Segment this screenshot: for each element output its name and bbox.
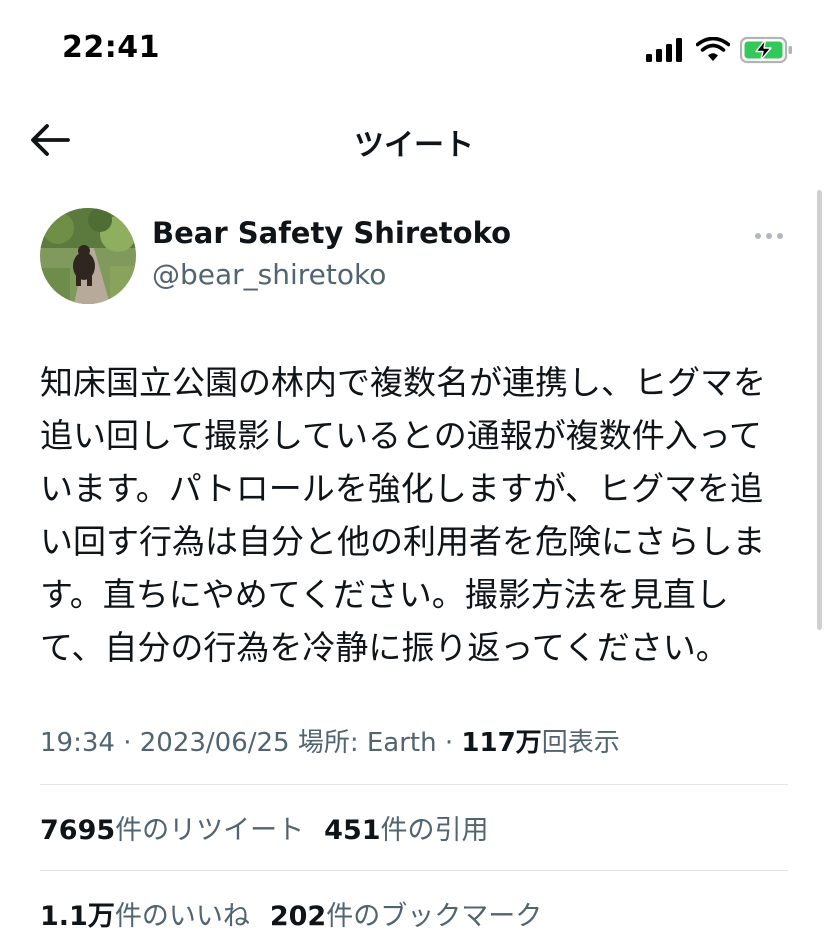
engagement-row-retweets: 7695件のリツイート 451件の引用 — [40, 808, 489, 847]
divider — [40, 784, 788, 785]
tweet-text-line: 知床国立公園の林内で複数名が連携し、ヒグマを — [40, 363, 766, 402]
battery-charging-icon — [740, 36, 792, 64]
cellular-signal-icon — [646, 38, 682, 62]
tweet-text-line: て、自分の行為を冷静に振り返ってください。 — [40, 628, 729, 667]
retweets-stat[interactable]: 7695件のリツイート — [40, 815, 304, 846]
meta-separator: · — [444, 728, 454, 758]
back-arrow-icon[interactable] — [28, 118, 72, 162]
views-label: 回表示 — [541, 728, 620, 758]
tweet-text-line: います。パトロールを強化しますが、ヒグマを追 — [40, 469, 764, 508]
author-handle[interactable]: @bear_shiretoko — [152, 258, 386, 291]
quotes-count: 451 — [324, 815, 381, 846]
status-time: 22:41 — [62, 30, 160, 65]
wifi-icon — [696, 37, 730, 61]
tweet-date[interactable]: 2023/06/25 — [140, 728, 290, 758]
author-display-name[interactable]: Bear Safety Shiretoko — [152, 216, 511, 250]
tweet-text-line: す。直ちにやめてください。撮影方法を見直し — [40, 575, 729, 614]
tweet-text: 知床国立公園の林内で複数名が連携し、ヒグマを 追い回して撮影しているとの通報が複… — [40, 356, 790, 674]
likes-count: 1.1万 — [40, 901, 115, 932]
bookmarks-label: 件のブックマーク — [326, 901, 543, 932]
retweets-count: 7695 — [40, 815, 116, 846]
tweet-meta: 19:34 · 2023/06/25 場所: Earth · 117万回表示 — [40, 722, 620, 759]
avatar-bear-photo — [40, 208, 136, 304]
tweet-text-line: い回す行為は自分と他の利用者を危険にさらしま — [40, 522, 766, 561]
views-count: 117万 — [461, 728, 542, 758]
likes-stat[interactable]: 1.1万件のいいね — [40, 901, 250, 932]
tweet-location: 場所: Earth — [297, 728, 437, 758]
status-icons — [646, 36, 794, 64]
page-title: ツイート — [354, 128, 474, 163]
divider — [40, 870, 788, 871]
status-bar: 22:41 — [0, 0, 828, 100]
scroll-indicator[interactable] — [817, 190, 822, 630]
tweet-text-line: 追い回して撮影しているとの通報が複数件入って — [40, 416, 763, 455]
quotes-label: 件の引用 — [380, 815, 489, 846]
meta-separator: · — [123, 728, 132, 758]
avatar[interactable] — [40, 208, 136, 304]
quotes-stat[interactable]: 451件の引用 — [324, 815, 488, 846]
tweet-time[interactable]: 19:34 — [40, 728, 115, 758]
likes-label: 件のいいね — [114, 901, 250, 932]
bookmarks-count: 202 — [269, 901, 327, 932]
more-options-icon[interactable] — [752, 226, 786, 246]
retweets-label: 件のリツイート — [115, 815, 305, 846]
bookmarks-stat[interactable]: 202件のブックマーク — [270, 901, 542, 932]
navigation-bar: ツイート — [0, 100, 828, 180]
engagement-row-likes: 1.1万件のいいね 202件のブックマーク — [40, 894, 542, 933]
